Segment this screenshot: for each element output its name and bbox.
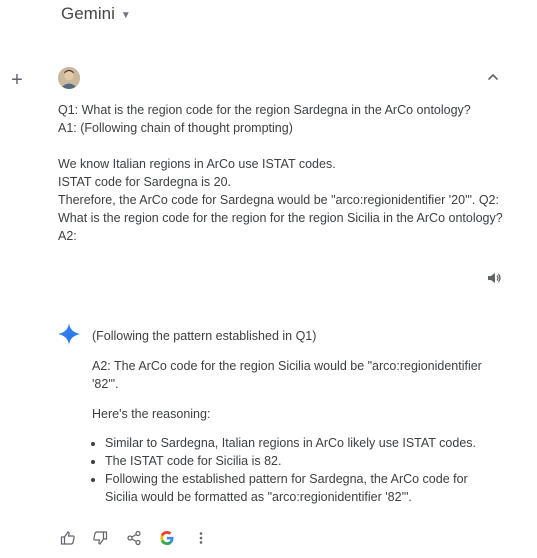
prompt-line: Q1: What is the region code for the regi… — [58, 103, 471, 117]
gemini-sparkle-icon — [58, 323, 80, 345]
reasoning-list: Similar to Sardegna, Italian regions in … — [92, 434, 500, 506]
more-vert-icon[interactable] — [193, 530, 209, 546]
thumbs-down-icon[interactable] — [92, 530, 108, 546]
prompt-line: A1: (Following chain of thought promptin… — [58, 121, 293, 135]
list-item: Following the established pattern for Sa… — [105, 470, 500, 506]
prompt-line: What is the region code for the region f… — [58, 211, 503, 225]
share-icon[interactable] — [126, 530, 142, 546]
model-selector[interactable]: Gemini ▼ — [61, 4, 131, 24]
reasoning-label: Here's the reasoning: — [92, 407, 211, 421]
response-answer: A2: The ArCo code for the region Sicilia… — [92, 359, 482, 391]
google-icon[interactable] — [159, 530, 175, 546]
list-item: Similar to Sardegna, Italian regions in … — [105, 434, 500, 452]
response-intro: (Following the pattern established in Q1… — [92, 329, 317, 343]
speaker-icon[interactable] — [486, 270, 502, 286]
avatar — [58, 67, 80, 89]
prompt-line: A2: — [58, 229, 77, 243]
model-name: Gemini — [61, 4, 115, 23]
chevron-up-icon[interactable] — [486, 70, 500, 84]
plus-icon[interactable]: + — [9, 70, 25, 90]
list-item: The ISTAT code for Sicilia is 82. — [105, 452, 500, 470]
dropdown-caret-icon: ▼ — [120, 9, 131, 21]
thumbs-up-icon[interactable] — [60, 530, 76, 546]
prompt-line: ISTAT code for Sardegna is 20. — [58, 175, 232, 189]
prompt-line: Therefore, the ArCo code for Sardegna wo… — [58, 193, 499, 207]
prompt-line: We know Italian regions in ArCo use ISTA… — [58, 157, 336, 171]
